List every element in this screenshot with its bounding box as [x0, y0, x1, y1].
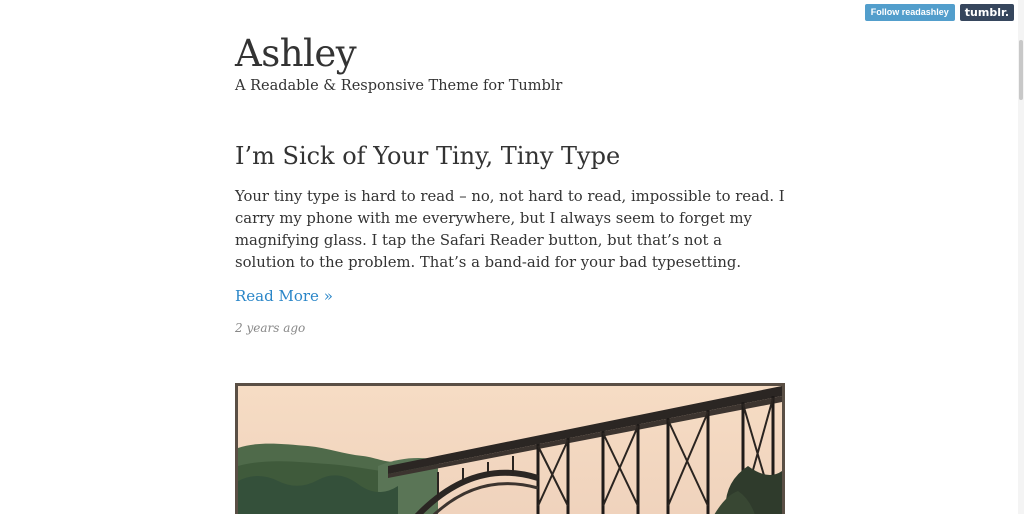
scrollbar-thumb[interactable] — [1019, 40, 1023, 100]
follow-button[interactable]: Follow readashley — [864, 4, 955, 21]
bridge-photo — [235, 383, 785, 514]
post-date[interactable]: 2 years ago — [235, 321, 305, 335]
scrollbar[interactable] — [1018, 0, 1024, 514]
tumblr-controls: Follow readashley tumblr. — [864, 4, 1014, 21]
tumblr-logo[interactable]: tumblr. — [959, 4, 1014, 21]
bridge-photo-illustration — [238, 386, 782, 514]
blog-subtitle: A Readable & Responsive Theme for Tumblr — [235, 78, 563, 94]
post-title[interactable]: I’m Sick of Your Tiny, Tiny Type — [235, 142, 620, 170]
post-body: Your tiny type is hard to read – no, not… — [235, 188, 785, 271]
read-more-link[interactable]: Read More » — [235, 287, 333, 305]
blog-title[interactable]: Ashley — [235, 32, 357, 75]
